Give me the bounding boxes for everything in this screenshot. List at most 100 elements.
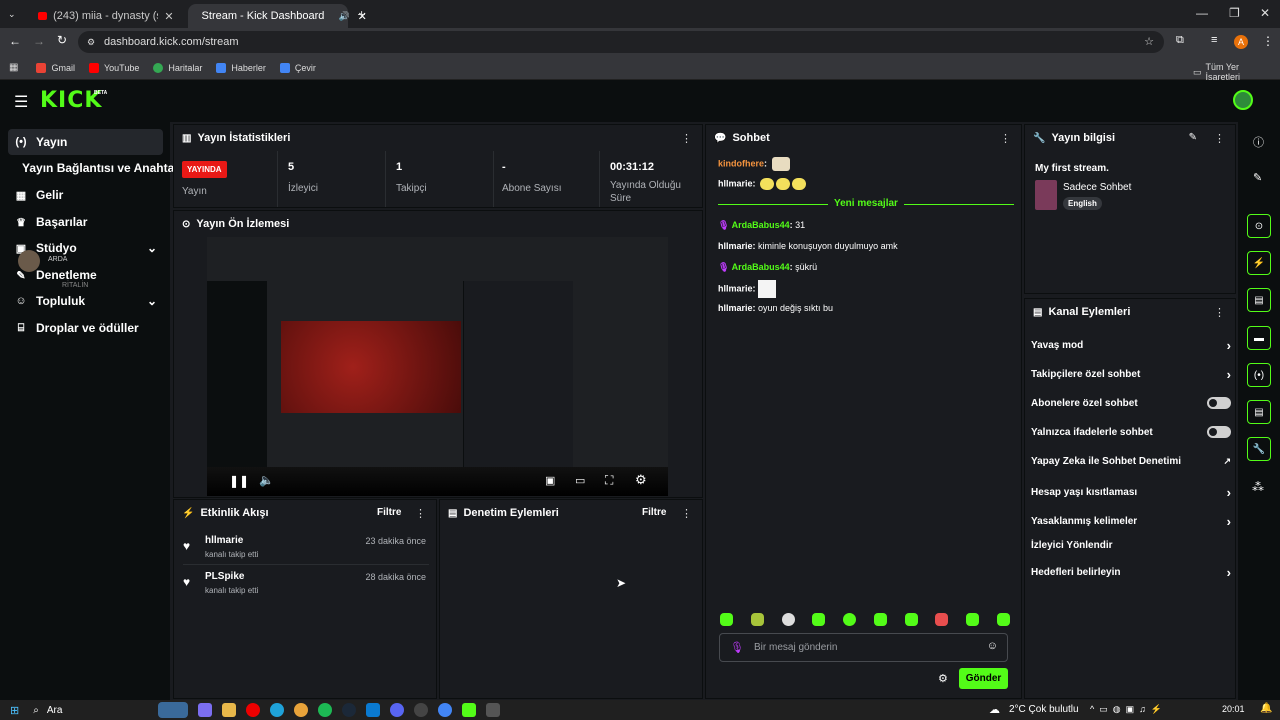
more-options-icon[interactable]: ⋮ (1214, 306, 1225, 319)
more-options-icon[interactable]: ⋮ (681, 507, 692, 520)
chat-username[interactable]: hllmarie (718, 178, 753, 188)
rail-channel-actions-button[interactable]: ▤ (1247, 400, 1271, 424)
chrome-icon[interactable] (294, 703, 309, 717)
hamburger-menu-icon[interactable]: ☰ (14, 92, 28, 112)
extensions-icon[interactable]: ⧉ (1176, 34, 1184, 47)
all-bookmarks-folder[interactable]: ▭ Tüm Yer İşaretleri (1193, 62, 1266, 82)
subscribers-only-toggle[interactable] (1207, 397, 1231, 409)
emote-button[interactable] (873, 613, 887, 626)
media-control-icon[interactable]: ≡ (1211, 34, 1217, 46)
sidebar-item-stream[interactable]: (•) Yayın (8, 129, 163, 155)
vscode-icon[interactable] (366, 703, 381, 717)
sidebar-item-stream-key[interactable]: Yayın Bağlantısı ve Anahtarı (16, 155, 182, 181)
tab-youtube[interactable]: (243) miia - dynasty (slowed + ✕ (30, 4, 182, 28)
new-messages-label[interactable]: Yeni mesajlar (828, 198, 904, 209)
minimize-button[interactable]: — (1196, 6, 1208, 20)
clock[interactable]: 20:01 (1222, 704, 1245, 714)
edge-icon[interactable] (270, 703, 285, 717)
rail-chat-button[interactable]: ▬ (1247, 326, 1271, 350)
emote-button[interactable] (966, 613, 980, 626)
chrome-active-icon[interactable] (438, 703, 453, 717)
pause-icon[interactable]: ❚❚ (229, 474, 249, 488)
steam-icon[interactable] (342, 703, 357, 717)
chat-settings-icon[interactable]: ⚙ (938, 672, 948, 685)
info-icon[interactable]: ⓘ (1253, 134, 1264, 150)
event-user[interactable]: PLSpike (205, 571, 244, 582)
action-followers-only[interactable]: Takipçilere özel sohbet › (1031, 367, 1231, 382)
action-goals[interactable]: Hedefleri belirleyin › (1031, 565, 1231, 580)
bookmark-news[interactable]: Haberler (216, 62, 266, 73)
emote-button[interactable] (904, 613, 918, 626)
rail-preview-button[interactable]: ⊙ (1247, 214, 1271, 238)
action-raid[interactable]: İzleyici Yönlendir (1031, 540, 1231, 551)
bookmark-star-icon[interactable]: ☆ (1144, 31, 1154, 53)
emote-button[interactable] (750, 613, 764, 626)
sidebar-item-revenue[interactable]: ▦ Gelir (8, 182, 163, 208)
bookmark-maps[interactable]: Haritalar (153, 62, 202, 73)
browser-menu-icon[interactable]: ⋮ (1262, 34, 1274, 48)
theater-mode-icon[interactable]: ▭ (575, 474, 585, 487)
speaker-icon[interactable]: 🔊 (338, 11, 349, 22)
settings-gear-icon[interactable]: ⚙ (635, 472, 647, 488)
profile-avatar[interactable]: A (1234, 35, 1248, 49)
file-explorer-icon[interactable] (222, 703, 237, 717)
opera-icon[interactable] (246, 703, 261, 717)
emote-button[interactable] (720, 613, 733, 626)
obs-icon[interactable] (414, 703, 429, 717)
emote-button[interactable] (843, 613, 857, 626)
add-widget-icon[interactable]: ⁂ (1252, 480, 1264, 494)
action-slow-mode[interactable]: Yavaş mod › (1031, 338, 1231, 353)
edit-pencil-icon[interactable]: ✎ (1189, 132, 1197, 143)
forward-icon[interactable]: → (33, 34, 45, 48)
tab-list-chevron-icon[interactable]: ⌄ (8, 9, 16, 20)
bookmark-youtube[interactable]: YouTube (88, 62, 139, 73)
user-avatar[interactable] (1233, 90, 1253, 110)
start-windows-icon[interactable]: ⊞ (10, 704, 19, 717)
send-button[interactable]: Gönder (959, 668, 1008, 689)
bookmark-translate[interactable]: Çevir (279, 62, 316, 73)
sidebar-item-drops[interactable]: ⌸ Droplar ve ödüller (8, 315, 163, 341)
rail-stats-button[interactable]: (•) (1247, 363, 1271, 387)
emote-button[interactable] (996, 613, 1010, 626)
reload-icon[interactable]: ↻ (57, 33, 67, 47)
rail-moderation-button[interactable]: ▤ (1247, 288, 1271, 312)
more-options-icon[interactable]: ⋮ (1214, 132, 1225, 145)
chat-username[interactable]: hllmarie (718, 303, 753, 313)
emote-button[interactable] (812, 613, 826, 626)
rail-stream-info-button[interactable]: 🔧 (1247, 437, 1271, 461)
filter-button[interactable]: Filtre (377, 507, 401, 518)
chat-username[interactable]: hllmarie (718, 241, 753, 251)
notification-bell-icon[interactable]: 🔔 (1260, 703, 1272, 714)
tab-close-icon[interactable]: ✕ (164, 10, 173, 23)
action-ai-moderation[interactable]: Yapay Zeka ile Sohbet Denetimi ↗ (1031, 456, 1231, 467)
event-user[interactable]: hllmarie (205, 535, 243, 546)
more-options-icon[interactable]: ⋮ (1000, 132, 1011, 145)
window-close-button[interactable]: ✕ (1260, 6, 1270, 20)
edit-layout-icon[interactable]: ✎ (1253, 171, 1262, 184)
emote-button[interactable] (781, 613, 795, 626)
discord-icon[interactable] (390, 703, 405, 717)
chat-input[interactable]: 🎙 Bir mesaj gönderin ☺ (719, 633, 1008, 662)
sidebar-item-achievements[interactable]: ♛ Başarılar (8, 209, 163, 235)
rail-activity-button[interactable]: ⚡ (1247, 251, 1271, 275)
action-banned-words[interactable]: Yasaklanmış kelimeler › (1031, 514, 1231, 529)
app-icon[interactable] (486, 703, 501, 717)
filter-button[interactable]: Filtre (642, 507, 666, 518)
back-icon[interactable]: ← (9, 34, 21, 48)
volume-icon[interactable]: 🔈 (259, 473, 274, 487)
taskbar-search[interactable]: ⌕ Ara (33, 705, 62, 716)
copilot-icon[interactable] (198, 703, 213, 717)
new-tab-button[interactable]: + (358, 6, 366, 22)
url-bar[interactable]: ⚙ dashboard.kick.com/stream ☆ (78, 31, 1164, 53)
tray-icons[interactable]: ^▭◍▣♫⚡ (1090, 704, 1167, 715)
fullscreen-icon[interactable]: ⛶ (605, 473, 613, 488)
chat-username[interactable]: ArdaBabus44 (732, 262, 790, 272)
stream-preview-video[interactable]: ❚❚ 🔈 ▣ ▭ ⛶ ⚙ (207, 237, 668, 496)
spotify-icon[interactable] (318, 703, 333, 717)
tab-kick-dashboard[interactable]: Stream - Kick Dashboard 🔊 ✕ (187, 4, 367, 28)
chat-username[interactable]: kindofhere (718, 158, 764, 168)
maximize-button[interactable]: ❐ (1229, 6, 1240, 20)
bookmark-gmail[interactable]: Gmail (36, 62, 75, 73)
chat-username[interactable]: hllmarie (718, 283, 753, 293)
more-options-icon[interactable]: ⋮ (681, 132, 692, 145)
